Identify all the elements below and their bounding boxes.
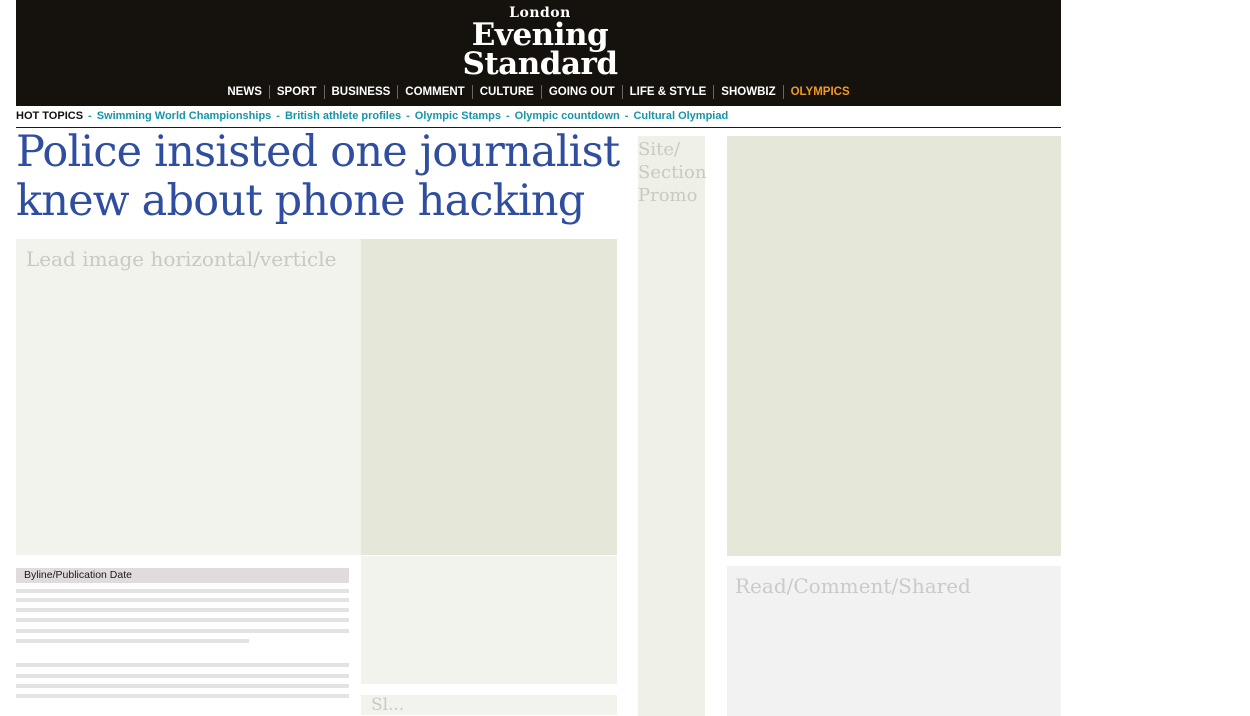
- headline-line: Police insisted one journalist: [16, 127, 620, 177]
- text-line-placeholder: [16, 694, 349, 698]
- read-comment-shared-panel[interactable]: Read/Comment/Shared: [727, 566, 1061, 716]
- hot-topic-link[interactable]: Olympic Stamps: [415, 110, 501, 122]
- text-line-placeholder: [16, 618, 349, 622]
- page: London Evening Standard NEWS SPORT BUSIN…: [16, 0, 1061, 716]
- hot-topics-separator: -: [505, 110, 510, 122]
- nav-item-comment[interactable]: COMMENT: [398, 85, 473, 99]
- article-headline: Police insisted one journalist knew abou…: [16, 128, 626, 226]
- nav-item-going-out[interactable]: GOING OUT: [542, 85, 623, 99]
- byline-bar: Byline/Publication Date: [16, 568, 349, 583]
- nav-item-news[interactable]: NEWS: [220, 85, 270, 99]
- hot-topic-link[interactable]: Olympic countdown: [515, 110, 620, 122]
- text-line-placeholder: [16, 608, 349, 612]
- text-line-placeholder: [16, 598, 349, 602]
- lead-image-placeholder[interactable]: Lead image horizontal/verticle: [16, 239, 361, 555]
- lead-image-label: Lead image horizontal/verticle: [26, 247, 337, 271]
- logo-standard: Standard: [462, 46, 618, 82]
- masthead: London Evening Standard NEWS SPORT BUSIN…: [16, 0, 1061, 106]
- side-bottom-label: Sl...: [371, 695, 405, 715]
- nav-item-showbiz[interactable]: SHOWBIZ: [714, 85, 784, 99]
- promo-label-line: Promo: [638, 185, 698, 206]
- text-line-placeholder: [16, 639, 249, 643]
- nav-item-culture[interactable]: CULTURE: [473, 85, 542, 99]
- hot-topics-label: HOT TOPICS: [16, 110, 84, 122]
- hot-topics-separator: -: [624, 110, 629, 122]
- hot-topics-separator: -: [88, 110, 92, 122]
- nav-item-life-style[interactable]: LIFE & STYLE: [623, 85, 715, 99]
- nav-item-sport[interactable]: SPORT: [270, 85, 325, 99]
- hot-topic-link[interactable]: British athlete profiles: [285, 110, 401, 122]
- text-line-placeholder: [16, 674, 349, 678]
- promo-label-line: Site/: [638, 139, 681, 160]
- hot-topics-separator: -: [406, 110, 410, 122]
- byline-label: Byline/Publication Date: [24, 569, 132, 581]
- text-line-placeholder: [16, 589, 349, 593]
- read-comment-shared-label: Read/Comment/Shared: [735, 574, 971, 598]
- lead-side-panel: [361, 239, 617, 555]
- side-bottom-panel: Sl...: [361, 695, 617, 715]
- text-line-placeholder: [16, 663, 349, 667]
- nav-item-business[interactable]: BUSINESS: [325, 85, 399, 99]
- side-lower-panel: [361, 556, 617, 684]
- headline-line: knew about phone hacking: [16, 176, 585, 226]
- right-ad-panel[interactable]: [727, 136, 1061, 556]
- hot-topic-link[interactable]: Swimming World Championships: [97, 110, 272, 122]
- hot-topics-separator: -: [276, 110, 280, 122]
- main-nav: NEWS SPORT BUSINESS COMMENT CULTURE GOIN…: [16, 78, 1061, 106]
- text-line-placeholder: [16, 684, 349, 688]
- hot-topic-link[interactable]: Cultural Olympiad: [633, 110, 728, 122]
- text-line-placeholder: [16, 629, 349, 633]
- promo-label-line: Section: [638, 162, 707, 183]
- evening-standard-logo[interactable]: London Evening Standard: [460, 6, 620, 80]
- nav-item-olympics[interactable]: OLYMPICS: [784, 85, 857, 99]
- hot-topics-bar: HOT TOPICS - Swimming World Championships -…: [16, 110, 1061, 128]
- site-section-promo[interactable]: Site/ Section Promo: [638, 136, 707, 716]
